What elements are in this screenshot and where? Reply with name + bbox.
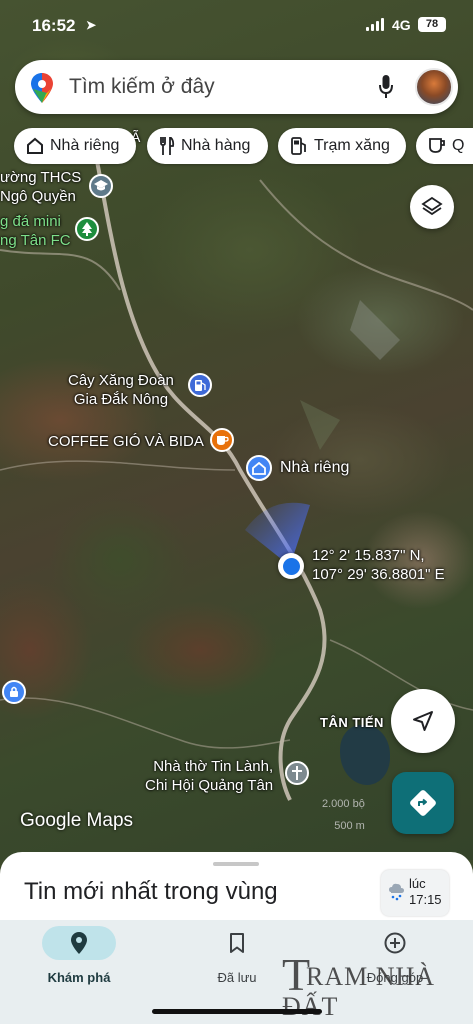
nav-contribute-pill (358, 926, 432, 960)
area-label: TÂN TIẾN (320, 715, 384, 730)
nav-explore-label: Khám phá (47, 970, 111, 985)
home-icon (27, 137, 43, 154)
account-avatar[interactable] (415, 68, 453, 106)
navigation-arrow-icon (413, 711, 433, 731)
map-scale: 2.000 bộ 500 m (322, 793, 365, 837)
weather-label: lúc (409, 876, 426, 891)
sheet-title: Tin mới nhất trong vùng (24, 878, 278, 905)
gas-station-icon (291, 137, 306, 155)
weather-widget[interactable]: lúc 17:15 (381, 870, 449, 916)
chip-coffee-label: Q (452, 137, 465, 154)
lake (340, 725, 390, 785)
park-poi[interactable] (75, 217, 99, 241)
church-label[interactable]: Nhà thờ Tin Lành, Chi Hội Quảng Tân (145, 757, 273, 795)
left-edge-poi[interactable] (2, 680, 26, 704)
cafe-poi[interactable] (210, 428, 234, 452)
home-label[interactable]: Nhà riêng (280, 458, 349, 477)
cellular-signal-icon (366, 18, 384, 31)
fuel-icon (195, 379, 206, 391)
chip-gas-station-label: Trạm xăng (314, 137, 390, 154)
school-label[interactable]: ường THCS Ngô Quyền (0, 168, 81, 206)
chip-home-label: Nhà riêng (50, 137, 120, 154)
coffee-label[interactable]: COFFEE GIÓ VÀ BIDA (48, 432, 204, 451)
sheet-drag-handle[interactable] (213, 862, 259, 866)
church-poi[interactable] (285, 761, 309, 785)
explore-pin-icon (71, 932, 87, 954)
add-circle-icon (384, 932, 406, 954)
watermark-initial: T (282, 949, 312, 1000)
home-poi[interactable] (246, 455, 272, 481)
home-indicator[interactable] (152, 1009, 322, 1014)
gas-station-label[interactable]: Cây Xăng Đoàn Gia Đắk Nông (68, 371, 174, 409)
my-location-button[interactable] (391, 689, 455, 753)
weather-time: 17:15 (409, 892, 442, 907)
school-poi[interactable] (89, 174, 113, 198)
bookmark-icon (230, 933, 244, 953)
tree-icon (82, 222, 92, 236)
scale-feet: 2.000 bộ (322, 798, 365, 810)
search-bar[interactable]: Tìm kiếm ở đây (15, 60, 458, 114)
network-type: 4G (392, 17, 411, 33)
current-location-dot[interactable] (278, 553, 304, 579)
restaurant-icon (160, 137, 175, 155)
rain-cloud-icon (389, 883, 404, 901)
google-maps-logo: Google Maps (20, 810, 134, 831)
weather-text: lúc 17:15 (409, 876, 442, 908)
cross-icon (292, 766, 302, 780)
lock-icon (10, 686, 18, 697)
chip-gas-station[interactable]: Trạm xăng (278, 128, 406, 164)
status-bar: 16:52 ➤ 4G 78 (0, 0, 473, 50)
directions-icon (410, 790, 436, 816)
gas-station-poi[interactable] (188, 373, 212, 397)
battery-icon: 78 (418, 17, 446, 32)
google-maps-pin-icon (31, 73, 53, 103)
coffee-icon (429, 138, 445, 153)
chip-coffee[interactable]: Q (416, 128, 473, 164)
school-icon (94, 180, 108, 191)
nav-explore-pill (42, 926, 116, 960)
microphone-icon[interactable] (379, 75, 393, 99)
coordinates-label: 12° 2' 15.837" N, 107° 29' 36.8801" E (312, 547, 445, 583)
nav-saved-pill (200, 926, 274, 960)
football-label[interactable]: g đá mini ng Tân FC (0, 212, 71, 250)
chip-home[interactable]: Nhà riêng (14, 128, 136, 164)
search-input[interactable]: Tìm kiếm ở đây (69, 75, 215, 99)
layers-button[interactable] (410, 185, 454, 229)
layers-icon (421, 196, 443, 216)
location-services-icon: ➤ (86, 18, 97, 32)
chip-restaurant-label: Nhà hàng (181, 137, 251, 154)
nav-explore[interactable]: Khám phá (0, 926, 158, 996)
status-time: 16:52 (32, 16, 76, 35)
coffee-cup-icon (216, 436, 229, 445)
scale-meters: 500 m (334, 820, 365, 832)
location-dot-inner (282, 557, 300, 575)
chip-restaurant[interactable]: Nhà hàng (147, 128, 268, 164)
home-icon (252, 461, 266, 475)
directions-button[interactable] (392, 772, 454, 834)
